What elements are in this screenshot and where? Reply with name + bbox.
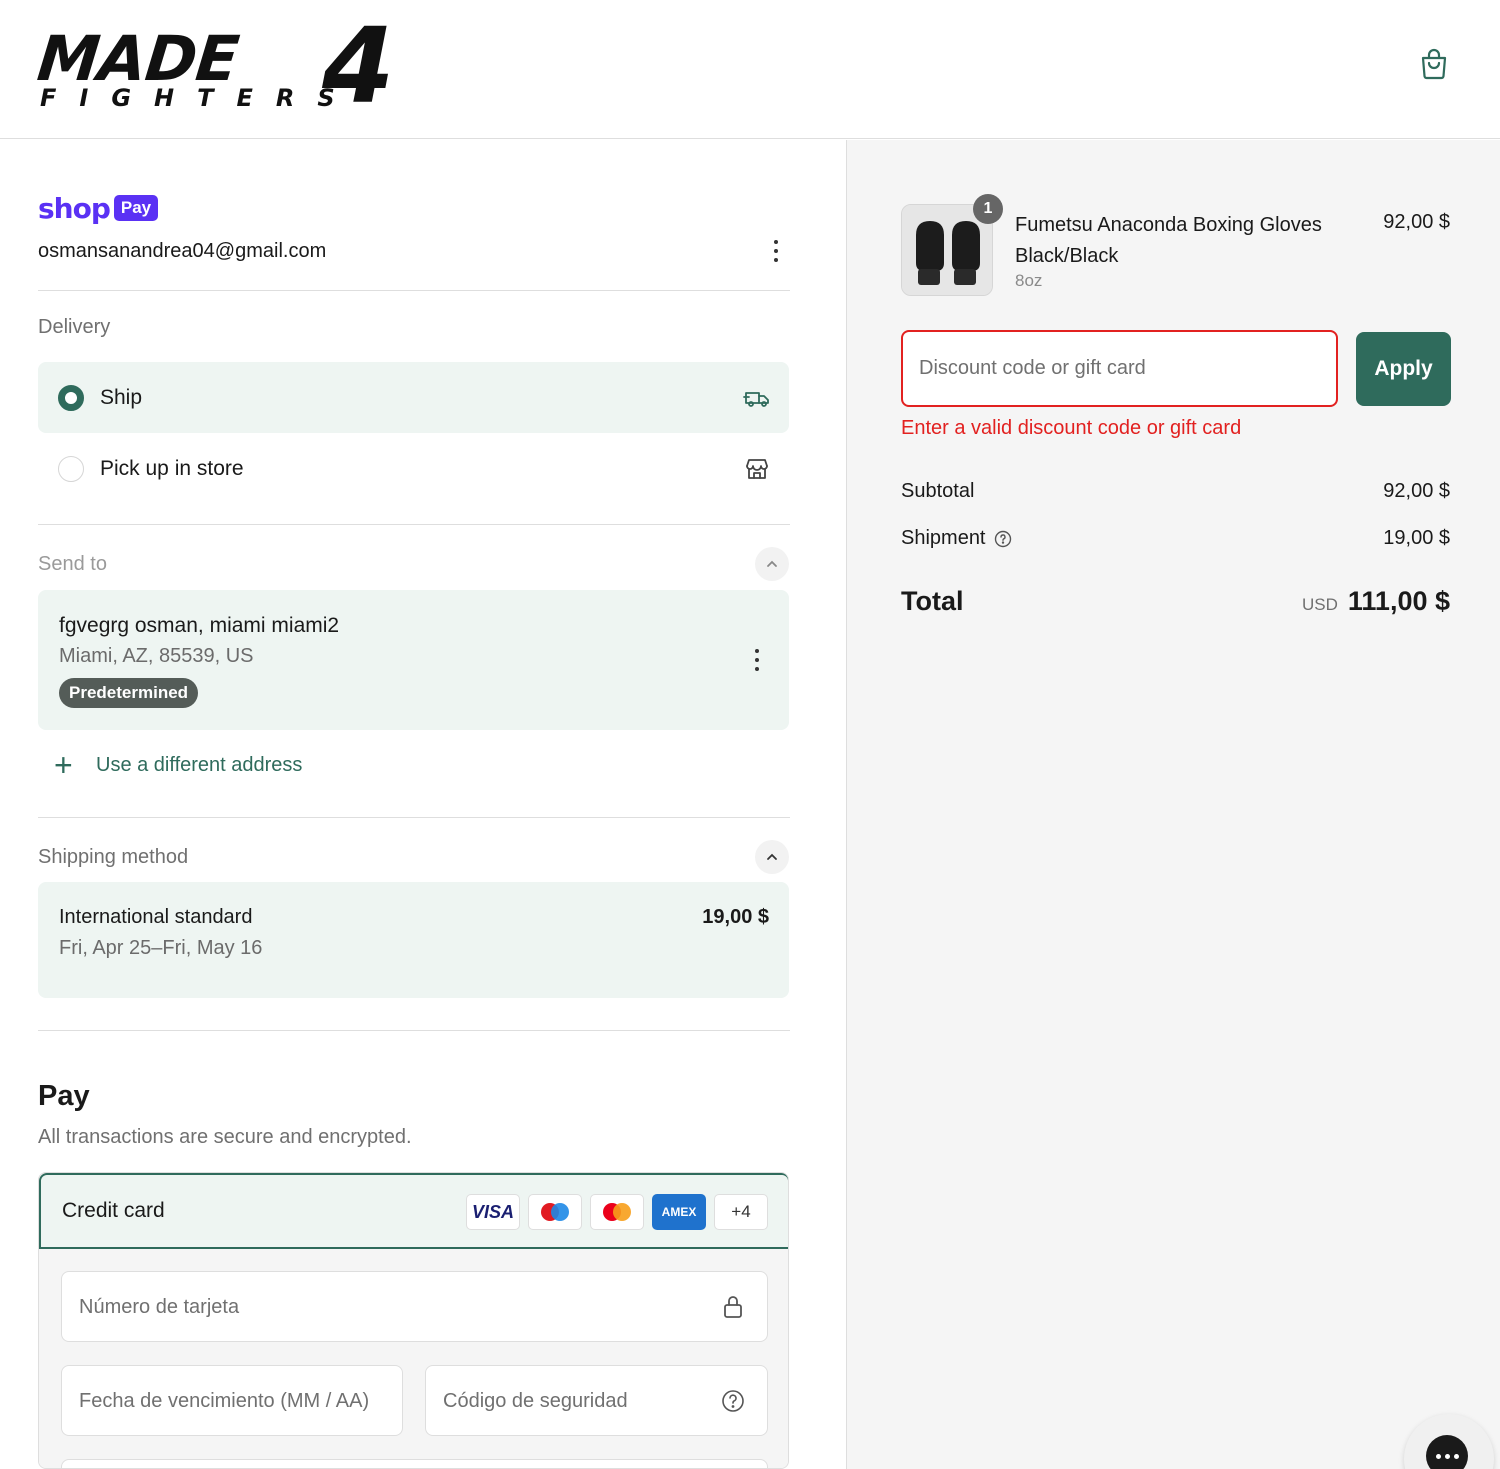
divider <box>38 524 790 525</box>
expiry-placeholder: Fecha de vencimiento (MM / AA) <box>79 1390 370 1412</box>
shipment-label: Shipment <box>901 527 1012 550</box>
shop-pay-badge: Pay <box>113 195 159 221</box>
pay-subtitle: All transactions are secure and encrypte… <box>38 1126 412 1148</box>
shipping-method-price: 19,00 $ <box>702 906 769 928</box>
shop-pay-logo: shop Pay <box>38 191 159 225</box>
total-currency: USD <box>1301 595 1338 614</box>
quantity-badge: 1 <box>973 194 1003 224</box>
credit-card-option[interactable]: Credit card VISA AMEX +4 <box>39 1173 788 1249</box>
card-number-field[interactable]: Número de tarjeta <box>61 1271 768 1342</box>
shipping-method-label: Shipping method <box>38 846 189 868</box>
discount-error-message: Enter a valid discount code or gift card <box>901 417 1242 439</box>
saved-address-card[interactable]: fgvegrg osman, miami miami2 Miami, AZ, 8… <box>38 590 789 730</box>
chevron-up-icon <box>767 853 777 860</box>
delivery-option-label: Ship <box>100 385 143 409</box>
subtotal-text: Subtotal <box>901 480 975 502</box>
amex-icon: AMEX <box>652 1194 706 1230</box>
divider <box>38 817 790 818</box>
card-number-placeholder: Número de tarjeta <box>79 1296 240 1318</box>
mastercard-icon <box>590 1194 644 1230</box>
store-icon <box>746 458 768 479</box>
visa-icon: VISA <box>466 1194 520 1230</box>
divider <box>38 1030 790 1031</box>
credit-card-form: Número de tarjeta Fecha de vencimiento (… <box>39 1249 788 1468</box>
shipment-text: Shipment <box>901 527 986 549</box>
total-amount: 111,00 $ <box>1347 586 1450 616</box>
logo-fighters-text: FIGHTERS <box>40 84 358 112</box>
default-address-badge: Predetermined <box>59 678 199 708</box>
delivery-option-ship[interactable]: Ship <box>38 362 789 433</box>
store-logo[interactable]: MADE 4 FIGHTERS <box>34 14 430 118</box>
expiry-date-field[interactable]: Fecha de vencimiento (MM / AA) <box>61 1365 403 1436</box>
subtotal-value: 92,00 $ <box>1383 480 1450 502</box>
shipping-method-collapse-button[interactable] <box>755 840 789 874</box>
ship-radio[interactable] <box>58 384 84 411</box>
payment-methods: Credit card VISA AMEX +4 Número de tarje… <box>38 1172 789 1469</box>
use-different-address-link[interactable]: + Use a different address <box>54 747 303 783</box>
maestro-icon <box>528 1194 582 1230</box>
help-circle-icon[interactable] <box>994 530 1012 548</box>
pay-title: Pay <box>38 1080 90 1112</box>
shopping-bag-icon[interactable] <box>1418 46 1450 80</box>
account-email: osmansanandrea04@gmail.com <box>38 240 327 262</box>
shipping-method-name: International standard <box>59 906 253 928</box>
divider <box>38 290 790 291</box>
address-name: fgvegrg osman, miami miami2 <box>59 614 340 637</box>
use-different-address-label: Use a different address <box>96 753 303 776</box>
security-code-field[interactable]: Código de seguridad <box>425 1365 768 1436</box>
product-variant: 8oz <box>1015 271 1043 290</box>
address-menu-icon[interactable] <box>747 645 767 675</box>
apply-discount-button[interactable]: Apply <box>1356 332 1451 406</box>
shipment-value: 19,00 $ <box>1383 527 1450 549</box>
order-summary: 1 Fumetsu Anaconda Boxing Gloves Black/B… <box>846 140 1500 1469</box>
delivery-option-pickup[interactable]: Pick up in store <box>38 433 789 504</box>
subtotal-label: Subtotal <box>901 480 974 503</box>
plus-icon: + <box>54 747 73 783</box>
account-menu-icon[interactable] <box>766 236 786 266</box>
credit-card-label: Credit card <box>62 1199 165 1222</box>
truck-icon <box>743 391 769 407</box>
delivery-label: Delivery <box>38 316 111 338</box>
send-to-label: Send to <box>38 553 107 575</box>
delivery-option-label: Pick up in store <box>100 456 244 480</box>
product-name: Fumetsu Anaconda Boxing Gloves Black/Bla… <box>1015 214 1322 267</box>
checkout-main: shop Pay osmansanandrea04@gmail.com Deli… <box>0 140 846 1469</box>
send-to-collapse-button[interactable] <box>755 547 789 581</box>
discount-code-input[interactable] <box>901 330 1338 407</box>
product-price: 92,00 $ <box>1383 211 1450 233</box>
chat-icon <box>1426 1435 1468 1469</box>
address-location: Miami, AZ, 85539, US <box>59 645 254 667</box>
chevron-up-icon <box>767 560 777 567</box>
more-cards-badge: +4 <box>714 1194 768 1230</box>
cvc-placeholder: Código de seguridad <box>443 1390 628 1412</box>
shipping-method-card[interactable]: International standard Fri, Apr 25–Fri, … <box>38 882 789 998</box>
shop-pay-word: shop <box>38 191 111 225</box>
lock-icon <box>724 1296 742 1318</box>
total-label: Total <box>901 586 964 616</box>
cardholder-name-field[interactable] <box>61 1459 768 1468</box>
header: MADE 4 FIGHTERS <box>0 0 1500 139</box>
pickup-radio[interactable] <box>58 455 84 482</box>
help-circle-icon[interactable] <box>721 1388 745 1414</box>
shipping-method-dates: Fri, Apr 25–Fri, May 16 <box>59 937 263 959</box>
card-brand-list: VISA AMEX +4 <box>466 1194 768 1230</box>
total-value-group: USD 111,00 $ <box>1302 586 1450 617</box>
logo-made-text: MADE <box>34 22 242 95</box>
